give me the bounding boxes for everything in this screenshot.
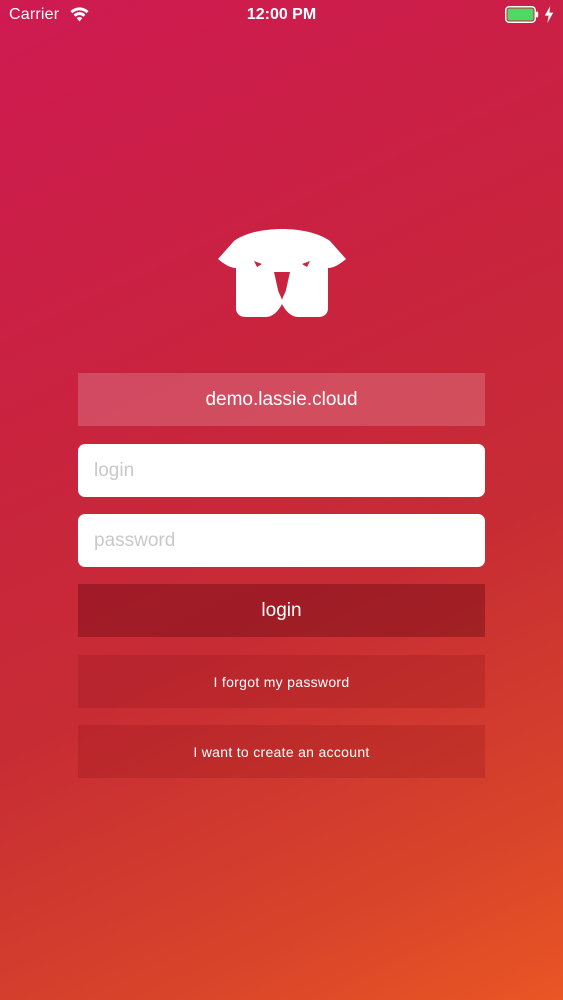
status-bar: Carrier 12:00 PM: [0, 0, 563, 30]
server-address[interactable]: demo.lassie.cloud: [78, 373, 485, 426]
battery-icon: [505, 6, 539, 23]
login-input[interactable]: [78, 444, 485, 497]
login-button[interactable]: login: [78, 584, 485, 637]
dog-head-icon: [218, 229, 346, 317]
forgot-password-button[interactable]: I forgot my password: [78, 655, 485, 708]
password-input[interactable]: [78, 514, 485, 567]
create-account-button[interactable]: I want to create an account: [78, 725, 485, 778]
status-time: 12:00 PM: [246, 6, 317, 23]
charging-bolt-icon: [544, 6, 554, 23]
